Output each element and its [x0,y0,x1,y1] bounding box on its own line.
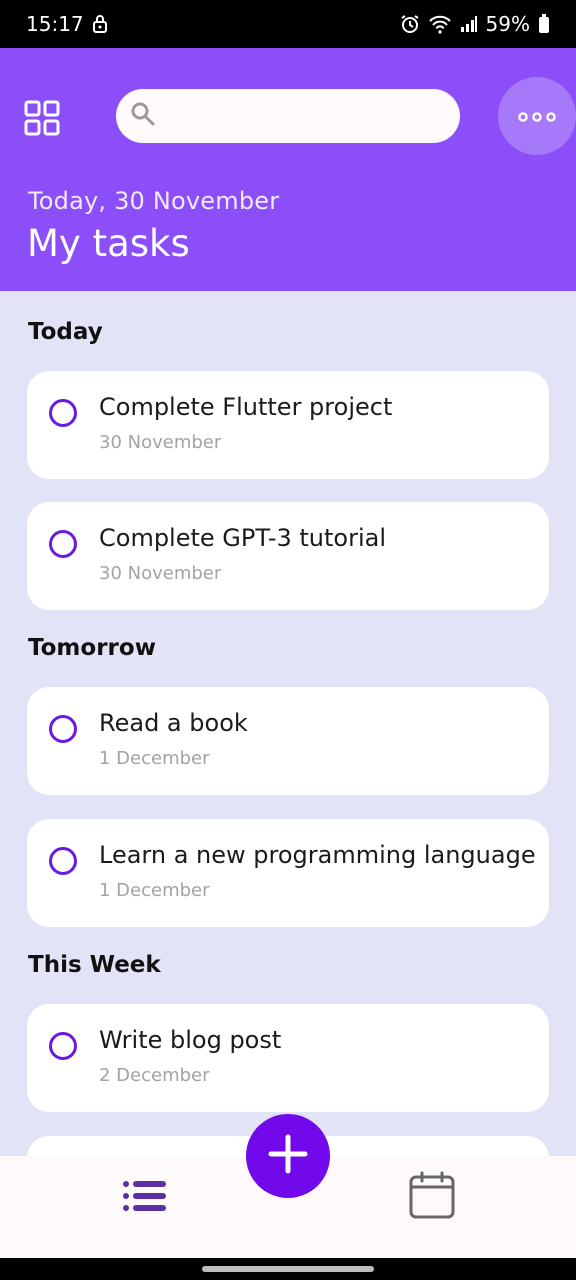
status-left: 15:17 [26,12,108,36]
status-right: 59% [400,12,550,36]
section-title-this-week: This Week [28,952,161,978]
task-checkbox[interactable] [49,399,77,427]
add-task-button[interactable] [246,1114,330,1198]
more-button[interactable] [498,77,576,155]
task-title: Complete Flutter project [99,393,393,421]
list-icon[interactable] [122,1178,168,1214]
task-checkbox[interactable] [49,1032,77,1060]
task-title: Write blog post [99,1026,282,1054]
task-title: Complete GPT-3 tutorial [99,524,387,552]
task-card[interactable]: Read a book 1 December [27,687,549,795]
task-card[interactable]: Complete GPT-3 tutorial 30 November [27,502,549,610]
calendar-icon[interactable] [408,1171,456,1219]
battery-percent: 59% [485,12,530,36]
app-header: Today, 30 November My tasks [0,48,576,291]
current-date: Today, 30 November [28,187,280,215]
section-title-tomorrow: Tomorrow [28,635,156,661]
task-card[interactable]: Complete Flutter project 30 November [27,371,549,479]
task-title: Learn a new programming language [99,841,536,869]
add-icon [268,1134,308,1178]
search-input[interactable] [164,89,460,143]
task-card[interactable]: Write blog post 2 December [27,1004,549,1112]
status-time: 15:17 [26,12,84,36]
task-date: 1 December [99,880,210,901]
task-date: 2 December [99,1065,210,1086]
home-indicator[interactable] [202,1266,374,1272]
section-title-today: Today [28,319,103,345]
status-bar: 15:17 59% [0,0,576,48]
task-list: Today Complete Flutter project 30 Novemb… [0,291,576,1156]
task-checkbox[interactable] [49,530,77,558]
battery-icon [538,14,550,34]
grid-icon[interactable] [24,100,60,136]
wifi-icon [428,14,452,34]
lock-icon [92,14,108,34]
more-icon [518,107,556,126]
task-card[interactable]: Learn a new programming language 1 Decem… [27,819,549,927]
task-date: 30 November [99,432,222,453]
task-checkbox[interactable] [49,715,77,743]
task-date: 1 December [99,748,210,769]
signal-icon [460,15,478,33]
task-date: 30 November [99,563,222,584]
task-checkbox[interactable] [49,847,77,875]
alarm-icon [400,14,420,34]
search-icon [130,101,156,131]
page-title: My tasks [27,222,190,265]
search-bar[interactable] [116,89,460,143]
task-title: Read a book [99,709,248,737]
